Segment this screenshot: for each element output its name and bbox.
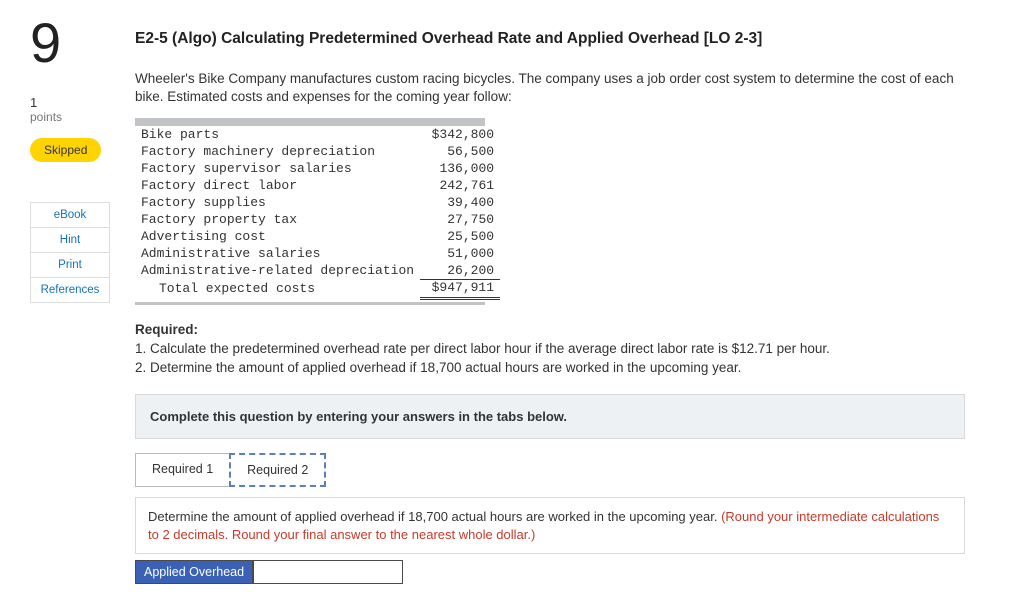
- tab-required-1[interactable]: Required 1: [135, 453, 230, 487]
- applied-overhead-input[interactable]: [253, 560, 403, 584]
- table-row: Administrative salaries51,000: [135, 246, 500, 263]
- tab-required-2[interactable]: Required 2: [229, 453, 326, 487]
- side-links: eBook Hint Print References: [30, 202, 110, 303]
- table-row: Factory direct labor242,761: [135, 178, 500, 195]
- problem-intro: Wheeler's Bike Company manufactures cust…: [135, 70, 984, 106]
- problem-title: E2-5 (Algo) Calculating Predetermined Ov…: [135, 30, 984, 48]
- sidebar-item-print[interactable]: Print: [30, 253, 110, 278]
- table-row: Factory supplies39,400: [135, 195, 500, 212]
- table-row: Factory machinery depreciation56,500: [135, 144, 500, 161]
- table-row: Bike parts$342,800: [135, 127, 500, 144]
- answer-label: Applied Overhead: [135, 560, 253, 584]
- cost-table: Bike parts$342,800 Factory machinery dep…: [135, 127, 500, 300]
- required-section: Required: 1. Calculate the predetermined…: [135, 321, 984, 378]
- points-value: 1: [30, 95, 110, 110]
- required-item-1: 1. Calculate the predetermined overhead …: [135, 340, 984, 359]
- required-item-2: 2. Determine the amount of applied overh…: [135, 359, 984, 378]
- table-row: Administrative-related depreciation26,20…: [135, 263, 500, 280]
- sidebar-item-hint[interactable]: Hint: [30, 228, 110, 253]
- instruction-box: Complete this question by entering your …: [135, 394, 965, 439]
- sidebar-item-references[interactable]: References: [30, 278, 110, 303]
- points-label: points: [30, 110, 110, 124]
- question-number: 9: [30, 10, 110, 75]
- table-row-total: Total expected costs$947,911: [135, 280, 500, 299]
- answer-tabs: Required 1 Required 2: [135, 453, 984, 487]
- required-2-text: Determine the amount of applied overhead…: [148, 509, 721, 524]
- required-2-panel: Determine the amount of applied overhead…: [135, 497, 965, 554]
- skipped-badge: Skipped: [30, 138, 101, 162]
- table-row: Factory property tax27,750: [135, 212, 500, 229]
- table-row: Advertising cost25,500: [135, 229, 500, 246]
- sidebar-item-ebook[interactable]: eBook: [30, 202, 110, 228]
- required-heading: Required:: [135, 322, 198, 337]
- table-row: Factory supervisor salaries136,000: [135, 161, 500, 178]
- cost-table-block: Bike parts$342,800 Factory machinery dep…: [135, 118, 984, 305]
